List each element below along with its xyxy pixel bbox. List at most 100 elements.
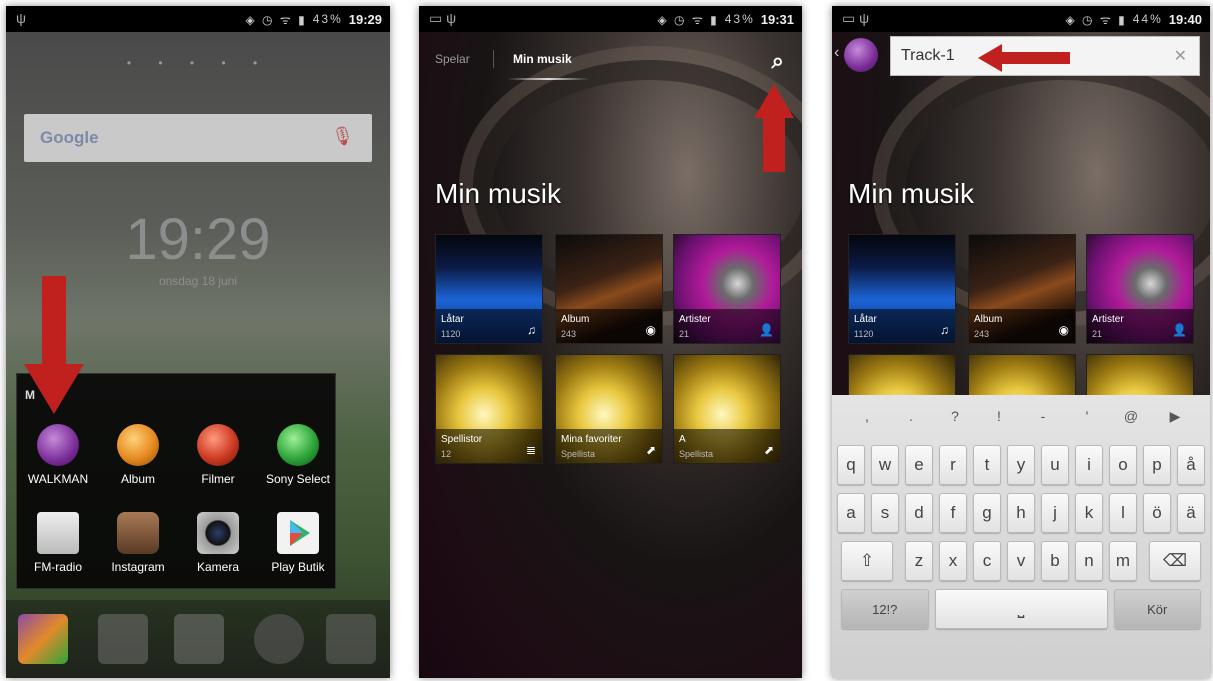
dock-folder-icon-2[interactable] — [98, 614, 148, 664]
soft-keyboard: , . ? ! - ' @ ▶ q w e r t y u i o p å a … — [832, 395, 1210, 678]
dock-app-icon[interactable] — [254, 614, 304, 664]
google-logo: Google — [40, 128, 99, 147]
key-l[interactable]: l — [1109, 493, 1137, 533]
tile-playlist-a[interactable]: A Spellista ⬈ — [673, 354, 781, 464]
tab-spelar[interactable]: Spelar — [435, 52, 470, 66]
key-e[interactable]: e — [905, 445, 933, 485]
tile-name: Artister — [1092, 314, 1124, 325]
playlist-icon: ≣ — [525, 443, 536, 457]
tile-count: 12 — [441, 449, 452, 459]
app-label: Play Butik — [271, 560, 325, 574]
tile-count: 1120 — [441, 329, 461, 339]
app-drawer-icon[interactable] — [174, 614, 224, 664]
tile-name: Album — [974, 314, 1003, 325]
app-play-butik[interactable]: Play Butik — [259, 512, 337, 574]
app-label: FM-radio — [33, 560, 82, 574]
screenshot-home-screen: ψ ◈ ◷ ᯤ ▮ 43% 19:29 • • • • • Google 🎙 1… — [6, 6, 390, 678]
tile-favorites[interactable]: Mina favoriter Spellista ⬈ — [555, 354, 663, 464]
status-bar: ▭ ψ ◈ ◷ ᯤ ▮ 43% 19:31 — [419, 6, 802, 32]
shift-key[interactable]: ⇧ — [841, 541, 893, 581]
battery-level: 44% — [1132, 12, 1163, 26]
tile-songs[interactable]: Låtar 1120 ♫ — [848, 234, 956, 344]
key-w[interactable]: w — [871, 445, 899, 485]
tile-artists[interactable]: Artister 21 👤 — [1086, 234, 1194, 344]
pin-icon: ⬈ — [645, 443, 656, 457]
tile-album[interactable]: Album 243 ◉ — [555, 234, 663, 344]
tile-album[interactable]: Album 243 ◉ — [968, 234, 1076, 344]
key-apostrophe[interactable]: ' — [1068, 401, 1106, 431]
clear-icon[interactable]: ✕ — [1174, 46, 1187, 66]
page-indicator: • • • • • — [126, 56, 270, 70]
key-z[interactable]: z — [905, 541, 933, 581]
disc-icon: ◉ — [645, 323, 656, 337]
key-u[interactable]: u — [1041, 445, 1069, 485]
clock-widget: 19:29 — [125, 207, 271, 272]
key-j[interactable]: j — [1041, 493, 1069, 533]
tile-playlists[interactable]: Spellistor 12 ≣ — [435, 354, 543, 464]
app-sony-select[interactable]: Sony Select — [259, 424, 337, 486]
key-r[interactable]: r — [939, 445, 967, 485]
key-q[interactable]: q — [837, 445, 865, 485]
key-comma[interactable]: , — [848, 401, 886, 431]
keyboard-row-1: q w e r t y u i o p å — [832, 445, 1210, 485]
key-g[interactable]: g — [973, 493, 1001, 533]
key-m[interactable]: m — [1109, 541, 1137, 581]
microphone-icon[interactable]: 🎙 — [331, 126, 354, 147]
back-chevron-icon[interactable]: ‹ — [834, 44, 839, 62]
dock-folder-icon-3[interactable] — [326, 614, 376, 664]
key-s[interactable]: s — [871, 493, 899, 533]
key-dash[interactable]: - — [1024, 401, 1062, 431]
backspace-key[interactable]: ⌫ — [1149, 541, 1201, 581]
numbers-key[interactable]: 12!? — [841, 589, 929, 629]
walkman-icon[interactable] — [844, 38, 878, 72]
app-fm-radio[interactable]: FM-radio — [19, 512, 97, 574]
key-more[interactable]: ▶ — [1156, 401, 1194, 431]
key-o-umlaut[interactable]: ö — [1143, 493, 1171, 533]
app-filmer[interactable]: Filmer — [179, 424, 257, 486]
key-v[interactable]: v — [1007, 541, 1035, 581]
key-d[interactable]: d — [905, 493, 933, 533]
key-a[interactable]: a — [837, 493, 865, 533]
google-search-widget[interactable]: Google 🎙 — [24, 114, 372, 162]
key-i[interactable]: i — [1075, 445, 1103, 485]
key-period[interactable]: . — [892, 401, 930, 431]
key-o[interactable]: o — [1109, 445, 1137, 485]
battery-level: 43% — [312, 12, 343, 26]
enter-key[interactable]: Kör — [1113, 589, 1201, 629]
tile-songs[interactable]: Låtar 1120 ♫ — [435, 234, 543, 344]
app-instagram[interactable]: Instagram — [99, 512, 177, 574]
app-label: WALKMAN — [27, 472, 89, 486]
tab-bar: Spelar Min musik — [419, 32, 802, 94]
tile-artists[interactable]: Artister 21 👤 — [673, 234, 781, 344]
key-b[interactable]: b — [1041, 541, 1069, 581]
tile-name: Mina favoriter — [561, 434, 622, 445]
tile-count: 243 — [561, 329, 577, 339]
key-t[interactable]: t — [973, 445, 1001, 485]
tab-min-musik[interactable]: Min musik — [513, 52, 572, 66]
search-icon[interactable]: ⌕ — [772, 48, 784, 74]
app-kamera[interactable]: Kamera — [179, 512, 257, 574]
key-at[interactable]: @ — [1112, 401, 1150, 431]
key-k[interactable]: k — [1075, 493, 1103, 533]
key-exclaim[interactable]: ! — [980, 401, 1018, 431]
tile-name: Spellistor — [441, 434, 483, 445]
keyboard-row-2: a s d f g h j k l ö ä — [832, 493, 1210, 533]
key-a-ring[interactable]: å — [1177, 445, 1205, 485]
key-f[interactable]: f — [939, 493, 967, 533]
app-album[interactable]: Album — [99, 424, 177, 486]
key-x[interactable]: x — [939, 541, 967, 581]
app-walkman[interactable]: WALKMAN — [19, 424, 97, 486]
key-question[interactable]: ? — [936, 401, 974, 431]
tile-name: A — [679, 434, 686, 445]
dock — [6, 600, 390, 678]
key-a-umlaut[interactable]: ä — [1177, 493, 1205, 533]
key-p[interactable]: p — [1143, 445, 1171, 485]
key-y[interactable]: y — [1007, 445, 1035, 485]
key-c[interactable]: c — [973, 541, 1001, 581]
space-key[interactable]: ⎵ — [934, 589, 1108, 629]
key-n[interactable]: n — [1075, 541, 1103, 581]
dock-folder-icon[interactable] — [18, 614, 68, 664]
key-h[interactable]: h — [1007, 493, 1035, 533]
tile-name: Artister — [679, 314, 711, 325]
app-label: Album — [120, 472, 155, 486]
